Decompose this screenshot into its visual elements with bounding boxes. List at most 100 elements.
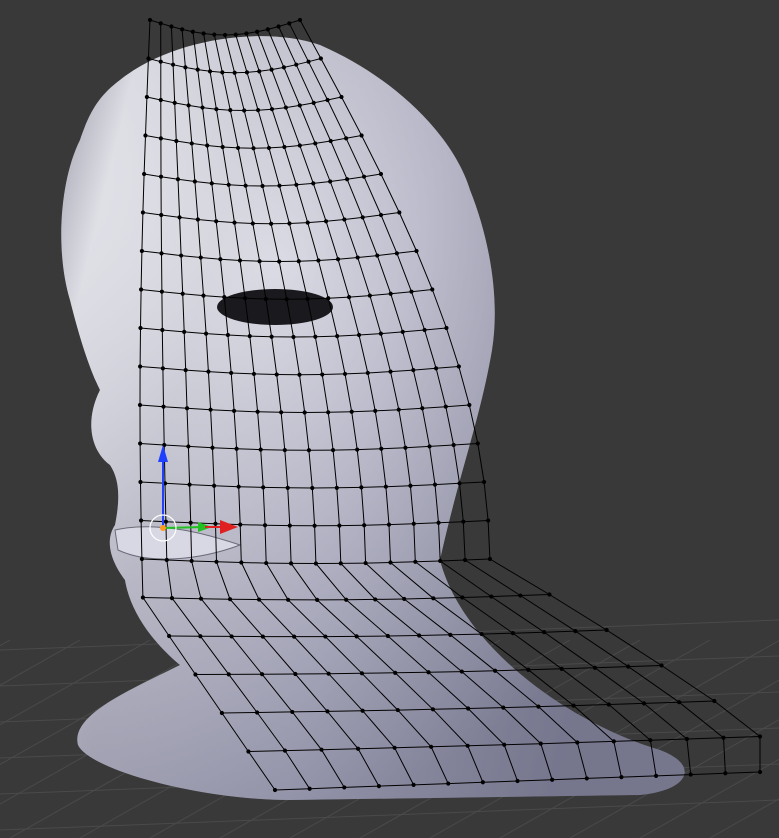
mesh-vertex[interactable] (287, 523, 292, 528)
mesh-vertex[interactable] (279, 410, 284, 415)
mesh-vertex[interactable] (220, 144, 225, 150)
mesh-vertex[interactable] (158, 174, 164, 179)
mesh-vertex[interactable] (313, 334, 318, 339)
mesh-vertex[interactable] (213, 521, 218, 526)
mesh-vertex[interactable] (323, 219, 329, 224)
mesh-vertex[interactable] (277, 259, 282, 264)
mesh-vertex[interactable] (323, 634, 328, 639)
mesh-vertex[interactable] (611, 739, 616, 744)
mesh-vertex[interactable] (193, 672, 198, 677)
mesh-vertex[interactable] (257, 69, 262, 74)
mesh-vertex[interactable] (559, 666, 564, 671)
mesh-vertex[interactable] (451, 442, 456, 448)
mesh-vertex[interactable] (170, 62, 176, 67)
mesh-vertex[interactable] (376, 784, 382, 789)
mesh-vertex[interactable] (712, 698, 717, 704)
mesh-vertex[interactable] (361, 174, 367, 179)
mesh-vertex[interactable] (365, 370, 370, 376)
mesh-vertex[interactable] (459, 669, 464, 674)
mesh-vertex[interactable] (140, 210, 146, 215)
mesh-vertex[interactable] (164, 557, 169, 563)
mesh-vertex[interactable] (356, 332, 362, 338)
mesh-vertex[interactable] (344, 177, 350, 182)
mesh-vertex[interactable] (207, 69, 213, 74)
mesh-vertex[interactable] (328, 179, 333, 184)
mesh-vertex[interactable] (147, 17, 153, 23)
mesh-vertex[interactable] (486, 518, 491, 523)
mesh-vertex[interactable] (648, 738, 653, 743)
mesh-vertex[interactable] (360, 215, 365, 220)
mesh-vertex[interactable] (325, 709, 330, 714)
mesh-vertex[interactable] (388, 291, 393, 296)
mesh-vertex[interactable] (265, 27, 270, 32)
mesh-vertex[interactable] (242, 296, 248, 301)
mesh-vertex[interactable] (402, 596, 407, 602)
mesh-vertex[interactable] (411, 521, 416, 526)
mesh-vertex[interactable] (373, 597, 378, 602)
mesh-vertex[interactable] (684, 736, 690, 742)
mesh-vertex[interactable] (269, 221, 274, 226)
viewport-canvas[interactable] (0, 0, 779, 838)
mesh-vertex[interactable] (198, 255, 203, 260)
mesh-vertex[interactable] (160, 327, 165, 333)
mesh-vertex[interactable] (297, 143, 302, 148)
mesh-vertex[interactable] (192, 179, 197, 184)
mesh-vertex[interactable] (313, 561, 319, 566)
mesh-vertex[interactable] (312, 523, 317, 528)
mesh-vertex[interactable] (297, 103, 302, 108)
mesh-vertex[interactable] (492, 668, 498, 673)
mesh-vertex[interactable] (515, 778, 520, 784)
mesh-vertex[interactable] (180, 27, 185, 32)
mesh-vertex[interactable] (326, 296, 331, 301)
mesh-vertex[interactable] (518, 593, 523, 598)
mesh-vertex[interactable] (306, 59, 311, 64)
mesh-vertex[interactable] (167, 633, 172, 639)
mesh-vertex[interactable] (225, 332, 231, 338)
mesh-vertex[interactable] (355, 255, 360, 260)
mesh-vertex[interactable] (174, 138, 179, 144)
mesh-vertex[interactable] (542, 630, 547, 635)
mesh-vertex[interactable] (190, 29, 195, 34)
mesh-vertex[interactable] (306, 448, 312, 453)
mesh-vertex[interactable] (334, 485, 339, 490)
mesh-vertex[interactable] (285, 485, 290, 490)
mesh-vertex[interactable] (183, 65, 188, 70)
mesh-vertex[interactable] (547, 592, 552, 597)
mesh-vertex[interactable] (481, 479, 487, 485)
mesh-vertex[interactable] (318, 56, 323, 61)
mesh-vertex[interactable] (198, 596, 204, 601)
mesh-vertex[interactable] (375, 253, 380, 258)
mesh-vertex[interactable] (297, 17, 303, 23)
mesh-vertex[interactable] (339, 94, 344, 100)
mesh-vertex[interactable] (349, 409, 354, 414)
mesh-vertex[interactable] (457, 481, 462, 486)
mesh-vertex[interactable] (550, 777, 555, 782)
mesh-vertex[interactable] (641, 701, 647, 706)
mesh-vertex[interactable] (208, 407, 213, 412)
mesh-vertex[interactable] (222, 32, 228, 38)
mesh-vertex[interactable] (346, 295, 352, 300)
mesh-vertex[interactable] (388, 369, 393, 374)
mesh-vertex[interactable] (282, 144, 287, 150)
mesh-vertex[interactable] (326, 671, 331, 676)
mesh-vertex[interactable] (284, 297, 289, 302)
mesh-vertex[interactable] (143, 133, 148, 138)
mesh-vertex[interactable] (626, 664, 631, 669)
mesh-vertex[interactable] (184, 406, 190, 411)
mesh-vertex[interactable] (255, 108, 261, 113)
mesh-vertex[interactable] (293, 671, 298, 677)
mesh-vertex[interactable] (431, 596, 436, 601)
mesh-vertex[interactable] (362, 523, 367, 528)
mesh-vertex[interactable] (189, 141, 194, 146)
mesh-vertex[interactable] (206, 369, 211, 374)
mesh-vertex[interactable] (379, 446, 384, 451)
mesh-vertex[interactable] (328, 138, 333, 144)
mesh-vertex[interactable] (292, 634, 297, 639)
mesh-vertex[interactable] (438, 558, 443, 564)
mesh-vertex[interactable] (355, 746, 361, 751)
mesh-vertex[interactable] (400, 329, 405, 335)
mesh-vertex[interactable] (195, 217, 200, 222)
mesh-vertex[interactable] (313, 141, 318, 146)
mesh-vertex[interactable] (287, 221, 292, 226)
mesh-vertex[interactable] (255, 29, 260, 34)
